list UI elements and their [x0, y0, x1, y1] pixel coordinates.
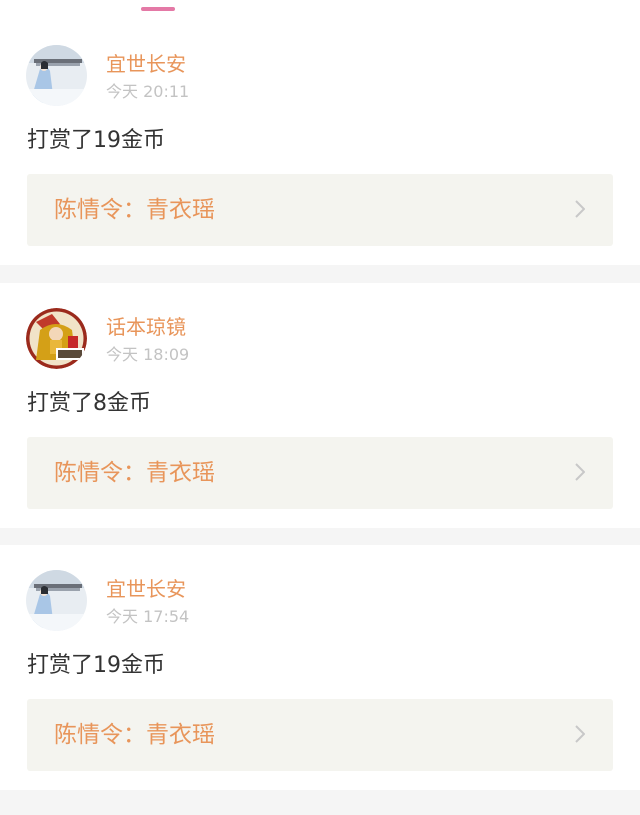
snow-scene-avatar-icon: [26, 45, 87, 106]
avatar[interactable]: [26, 308, 87, 369]
work-link-card[interactable]: 陈情令：青衣瑶: [27, 699, 613, 771]
active-tab-indicator: [141, 7, 175, 11]
snow-scene-avatar-icon: [26, 570, 87, 631]
reward-card: 宜世长安 今天 20:11 打赏了19金币 陈情令：青衣瑶: [0, 20, 640, 265]
work-link-card[interactable]: 陈情令：青衣瑶: [27, 174, 613, 246]
username[interactable]: 宜世长安: [106, 52, 186, 76]
opera-character-avatar-icon: [26, 308, 87, 369]
avatar[interactable]: [26, 45, 87, 106]
work-title: 陈情令：青衣瑶: [54, 197, 215, 223]
avatar[interactable]: [26, 570, 87, 631]
reward-message: 打赏了19金币: [27, 128, 165, 153]
reward-message: 打赏了19金币: [27, 653, 165, 678]
top-tab-bar: [0, 0, 640, 20]
username[interactable]: 宜世长安: [106, 577, 186, 601]
chevron-right-icon: [575, 463, 585, 481]
reward-message: 打赏了8金币: [27, 391, 151, 416]
timestamp: 今天 20:11: [106, 82, 190, 101]
work-title: 陈情令：青衣瑶: [54, 722, 215, 748]
work-link-card[interactable]: 陈情令：青衣瑶: [27, 437, 613, 509]
reward-card: 话本琼镜 今天 18:09 打赏了8金币 陈情令：青衣瑶: [0, 283, 640, 528]
timestamp: 今天 18:09: [106, 345, 190, 364]
work-title: 陈情令：青衣瑶: [54, 460, 215, 486]
reward-feed-screen: 宜世长安 今天 20:11 打赏了19金币 陈情令：青衣瑶 话本琼镜 今天 18…: [0, 0, 640, 815]
username[interactable]: 话本琼镜: [106, 315, 186, 339]
chevron-right-icon: [575, 200, 585, 218]
reward-card: 宜世长安 今天 17:54 打赏了19金币 陈情令：青衣瑶: [0, 545, 640, 790]
timestamp: 今天 17:54: [106, 607, 190, 626]
chevron-right-icon: [575, 725, 585, 743]
